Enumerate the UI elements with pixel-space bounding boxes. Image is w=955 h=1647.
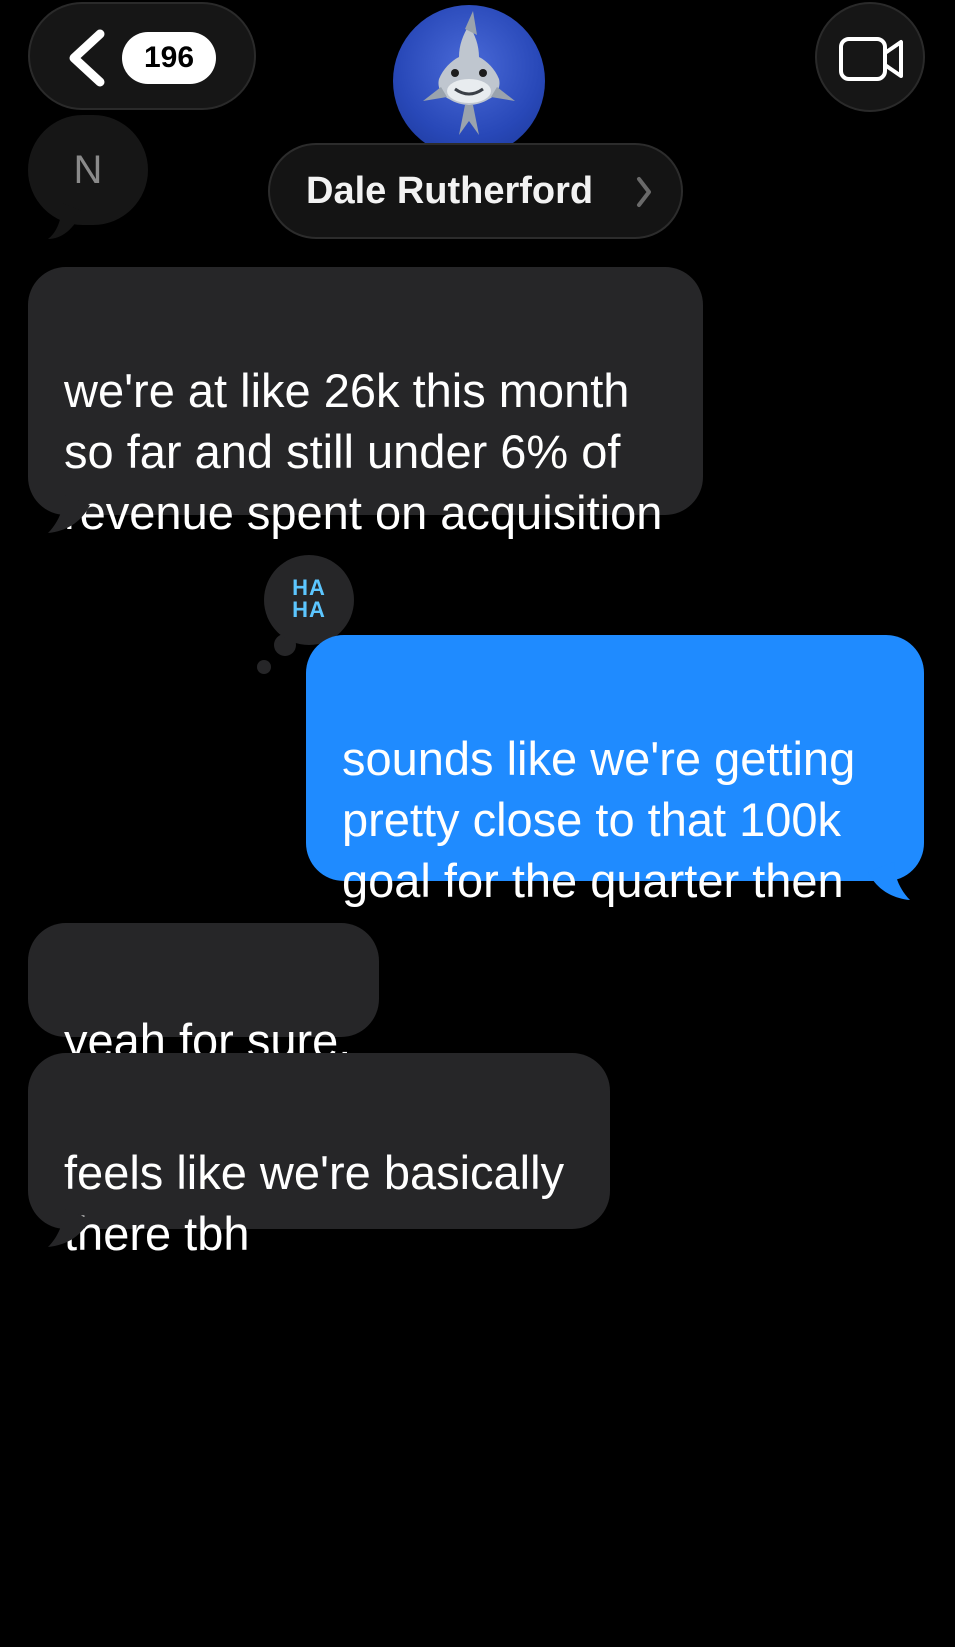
message-bubble-received[interactable]: we're at like 26k this month so far and … — [28, 267, 703, 539]
video-camera-icon — [839, 37, 903, 81]
message-text: feels like we're basically there tbh — [64, 1146, 565, 1260]
haha-reaction[interactable]: HA HA — [264, 555, 354, 645]
contact-initial-bubble: N — [28, 115, 148, 239]
contact-name: Dale Rutherford — [306, 170, 594, 212]
contact-name-button[interactable]: Dale Rutherford — [268, 143, 683, 239]
back-button[interactable]: 196 — [28, 2, 256, 110]
bubble-tail — [48, 495, 90, 533]
reaction-tail-dot — [257, 660, 271, 674]
bubble-tail — [48, 1209, 90, 1247]
message-text: we're at like 26k this month so far and … — [64, 364, 663, 539]
message-bubble-received[interactable]: feels like we're basically there tbh — [28, 1053, 610, 1260]
bubble-tail — [48, 203, 82, 239]
bubble-tail — [868, 862, 910, 900]
unread-count-badge: 196 — [122, 32, 216, 84]
message-bubble-sent[interactable]: sounds like we're getting pretty close t… — [306, 635, 924, 907]
facetime-video-button[interactable] — [815, 2, 925, 112]
contact-avatar[interactable] — [393, 5, 545, 157]
haha-reaction-label: HA HA — [292, 575, 326, 622]
message-text: sounds like we're getting pretty close t… — [342, 732, 856, 907]
contact-initial: N — [73, 148, 103, 192]
chevron-right-icon — [637, 177, 651, 207]
message-bubble-received[interactable]: yeah for sure. — [28, 923, 379, 1067]
chevron-left-icon — [69, 29, 105, 87]
shark-memoji-icon — [423, 11, 515, 135]
